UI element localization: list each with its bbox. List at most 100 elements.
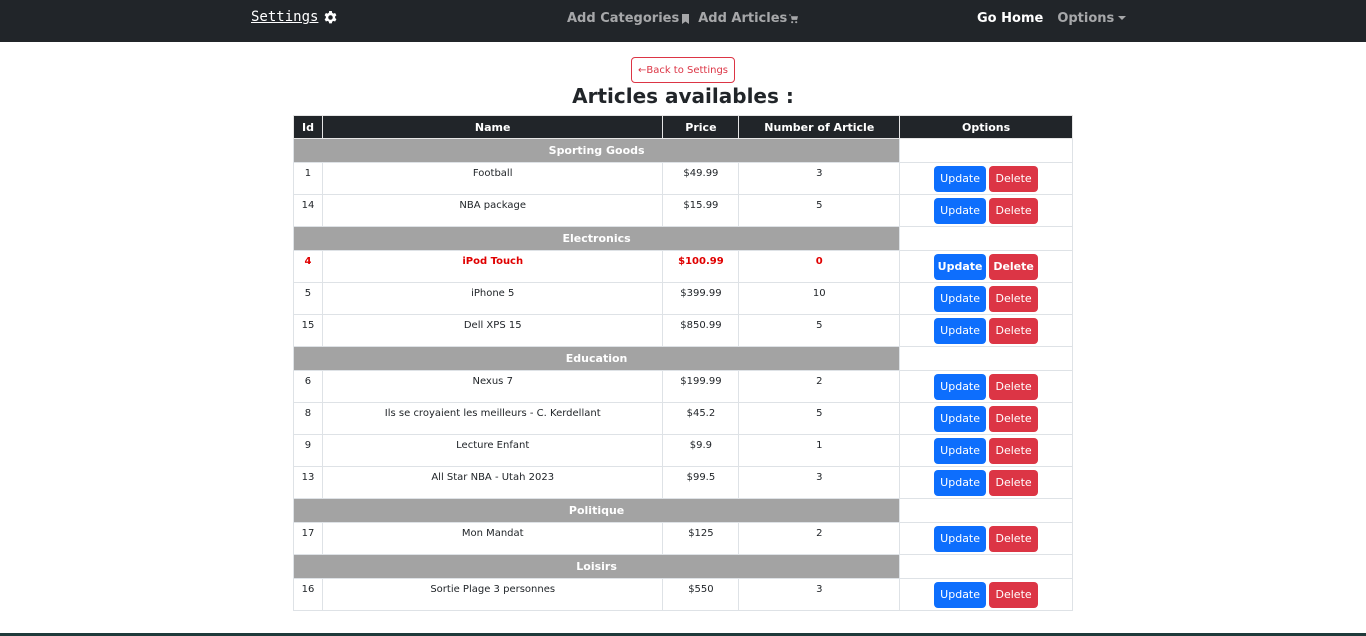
- page-title: Articles availables :: [572, 84, 794, 108]
- article-id: 9: [293, 434, 323, 467]
- back-to-settings-button[interactable]: ←Back to Settings: [631, 57, 735, 83]
- article-options: Update Delete: [899, 314, 1073, 347]
- article-count: 3: [738, 466, 901, 499]
- delete-button[interactable]: Delete: [989, 197, 1039, 224]
- article-count: 0: [738, 250, 901, 283]
- article-price: $9.9: [662, 434, 740, 467]
- update-button[interactable]: Update: [934, 197, 987, 224]
- table-row: 16 Sortie Plage 3 personnes $550 3 Update Del…: [293, 578, 1073, 611]
- article-options: Update Delete: [899, 282, 1073, 315]
- update-button[interactable]: Update: [934, 253, 987, 280]
- category-row: Education: [292, 346, 1073, 371]
- article-name: Football: [321, 162, 664, 195]
- article-count: 2: [738, 522, 901, 555]
- article-options: Update Delete: [899, 162, 1073, 195]
- column-header-id: Id: [293, 115, 323, 139]
- article-count: 3: [738, 578, 901, 611]
- column-header-name: Name: [321, 115, 664, 139]
- article-count: 2: [738, 370, 901, 403]
- article-price: $399.99: [662, 282, 740, 315]
- table-row: 13 All Star NBA - Utah 2023 $99.5 3 Update De…: [293, 466, 1073, 499]
- article-price: $99.5: [662, 466, 740, 499]
- article-price: $49.99: [662, 162, 740, 195]
- article-options: Update Delete: [899, 466, 1073, 499]
- category-name: Sporting Goods: [292, 138, 901, 163]
- update-button[interactable]: Update: [934, 469, 987, 496]
- category-options-cell: [899, 554, 1073, 579]
- update-button[interactable]: Update: [934, 317, 987, 344]
- update-button[interactable]: Update: [934, 405, 987, 432]
- category-options-cell: [899, 226, 1073, 251]
- article-count: 5: [738, 402, 901, 435]
- category-name: Politique: [292, 498, 901, 523]
- category-name: Education: [292, 346, 901, 371]
- update-button[interactable]: Update: [934, 525, 987, 552]
- article-count: 3: [738, 162, 901, 195]
- article-id: 6: [293, 370, 323, 403]
- category-row: Sporting Goods: [292, 138, 1073, 163]
- delete-button[interactable]: Delete: [989, 253, 1039, 280]
- delete-button[interactable]: Delete: [989, 525, 1039, 552]
- article-options: Update Delete: [899, 250, 1073, 283]
- update-button[interactable]: Update: [934, 437, 987, 464]
- article-count: 1: [738, 434, 901, 467]
- category-name: Loisirs: [292, 554, 901, 579]
- article-price: $15.99: [662, 194, 740, 227]
- article-name: Nexus 7: [321, 370, 664, 403]
- table-row: 6 Nexus 7 $199.99 2 Update Delete: [293, 370, 1073, 403]
- settings-brand-label: Settings: [251, 9, 319, 25]
- category-row: Loisirs: [292, 554, 1073, 579]
- table-row: 8 Ils se croyaient les meilleurs - C. Ker…: [293, 402, 1073, 435]
- column-header-count: Number of Article: [738, 115, 901, 139]
- category-options-cell: [899, 138, 1073, 163]
- article-price: $550: [662, 578, 740, 611]
- article-name: Dell XPS 15: [321, 314, 664, 347]
- update-button[interactable]: Update: [934, 373, 987, 400]
- article-id: 15: [293, 314, 323, 347]
- delete-button[interactable]: Delete: [989, 317, 1039, 344]
- update-button[interactable]: Update: [934, 285, 987, 312]
- delete-button[interactable]: Delete: [989, 285, 1039, 312]
- navbar: Settings Add Categories Add Articles Go …: [0, 0, 1366, 42]
- article-name: iPhone 5: [321, 282, 664, 315]
- add-categories-link[interactable]: Add Categories: [567, 11, 690, 26]
- add-articles-label: Add Articles: [698, 11, 788, 26]
- article-price: $850.99: [662, 314, 740, 347]
- table-row: 5 iPhone 5 $399.99 10 Update Delete: [293, 282, 1073, 315]
- update-button[interactable]: Update: [934, 581, 987, 608]
- options-label: Options: [1057, 11, 1115, 26]
- category-options-cell: [899, 498, 1073, 523]
- article-id: 1: [293, 162, 323, 195]
- delete-button[interactable]: Delete: [989, 469, 1039, 496]
- options-dropdown[interactable]: Options: [1057, 11, 1127, 26]
- article-options: Update Delete: [899, 522, 1073, 555]
- delete-button[interactable]: Delete: [989, 165, 1039, 192]
- article-id: 14: [293, 194, 323, 227]
- article-options: Update Delete: [899, 370, 1073, 403]
- gear-icon: [325, 10, 337, 23]
- delete-button[interactable]: Delete: [989, 437, 1039, 464]
- delete-button[interactable]: Delete: [989, 373, 1039, 400]
- add-categories-label: Add Categories: [567, 11, 680, 26]
- add-articles-link[interactable]: Add Articles: [698, 11, 799, 26]
- article-name: Lecture Enfant: [321, 434, 664, 467]
- delete-button[interactable]: Delete: [989, 581, 1039, 608]
- settings-brand-link[interactable]: Settings: [251, 9, 338, 25]
- update-button[interactable]: Update: [934, 165, 987, 192]
- article-options: Update Delete: [899, 578, 1073, 611]
- table-row: 4 iPod Touch $100.99 0 Update Delete: [293, 250, 1073, 283]
- article-name: Mon Mandat: [321, 522, 664, 555]
- article-id: 8: [293, 402, 323, 435]
- delete-button[interactable]: Delete: [989, 405, 1039, 432]
- column-header-options: Options: [899, 115, 1073, 139]
- table-body: Sporting Goods 1 Football $49.99 3 Update Dele…: [292, 138, 1073, 611]
- articles-table: Id Name Price Number of Article Options …: [292, 115, 1073, 611]
- category-row: Politique: [292, 498, 1073, 523]
- article-count: 10: [738, 282, 901, 315]
- article-id: 5: [293, 282, 323, 315]
- article-options: Update Delete: [899, 194, 1073, 227]
- table-row: 15 Dell XPS 15 $850.99 5 Update Delete: [293, 314, 1073, 347]
- go-home-link[interactable]: Go Home: [977, 11, 1043, 26]
- article-id: 13: [293, 466, 323, 499]
- table-row: 17 Mon Mandat $125 2 Update Delete: [293, 522, 1073, 555]
